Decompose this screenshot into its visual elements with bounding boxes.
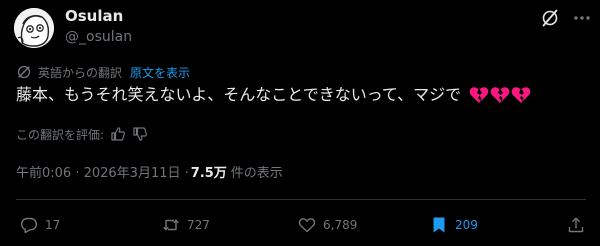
timestamp[interactable]: 午前0:06 · 2026年3月11日 · — [16, 162, 189, 181]
avatar[interactable] — [14, 8, 54, 48]
divider — [16, 199, 586, 200]
reply-count: 17 — [45, 218, 61, 232]
avatar-face-icon — [14, 8, 54, 48]
broken-heart-icon — [490, 87, 510, 103]
tweet-body: 藤本、もうそれ笑えないよ、そんなことできないって、マジで — [16, 85, 462, 104]
view-count-suffix: 件の表示 — [230, 166, 283, 181]
thumbs-down-icon[interactable] — [132, 126, 148, 142]
broken-heart-icon — [511, 87, 531, 103]
reply-button[interactable]: 17 — [20, 215, 60, 235]
view-count: 7.5万 — [190, 166, 227, 181]
translation-row: 英語からの翻訳 原文を表示 — [16, 63, 190, 81]
repost-count: 727 — [187, 218, 210, 232]
show-original-link[interactable]: 原文を表示 — [130, 64, 190, 81]
handle[interactable]: @_osulan — [65, 29, 132, 45]
reply-icon — [21, 217, 37, 234]
like-icon — [298, 218, 316, 233]
tweet-meta: 午前0:06 · 2026年3月11日 · 7.5万 件の表示 — [16, 162, 283, 181]
display-name[interactable]: Osulan — [65, 7, 123, 25]
tweet-text: 藤本、もうそれ笑えないよ、そんなことできないって、マジで — [16, 84, 532, 106]
translate-icon — [17, 65, 31, 79]
like-button[interactable]: 6,789 — [298, 215, 357, 235]
bookmark-button[interactable]: 209 — [430, 215, 478, 235]
broken-heart-icon — [469, 87, 489, 103]
bookmark-icon — [433, 217, 445, 233]
broken-hearts — [469, 86, 532, 104]
rate-translation-row: この翻訳を評価: — [16, 125, 154, 143]
bookmark-count: 209 — [455, 218, 478, 232]
repost-button[interactable]: 727 — [162, 215, 210, 235]
grok-icon[interactable] — [540, 8, 560, 28]
share-button[interactable] — [567, 215, 592, 235]
like-count: 6,789 — [323, 218, 358, 232]
repost-icon — [163, 219, 179, 231]
more-icon[interactable] — [572, 8, 592, 28]
translation-source-label: 英語からの翻訳 — [38, 65, 123, 80]
rate-translation-label: この翻訳を評価: — [16, 127, 105, 142]
thumbs-up-icon[interactable] — [110, 126, 126, 142]
share-icon — [568, 217, 584, 233]
